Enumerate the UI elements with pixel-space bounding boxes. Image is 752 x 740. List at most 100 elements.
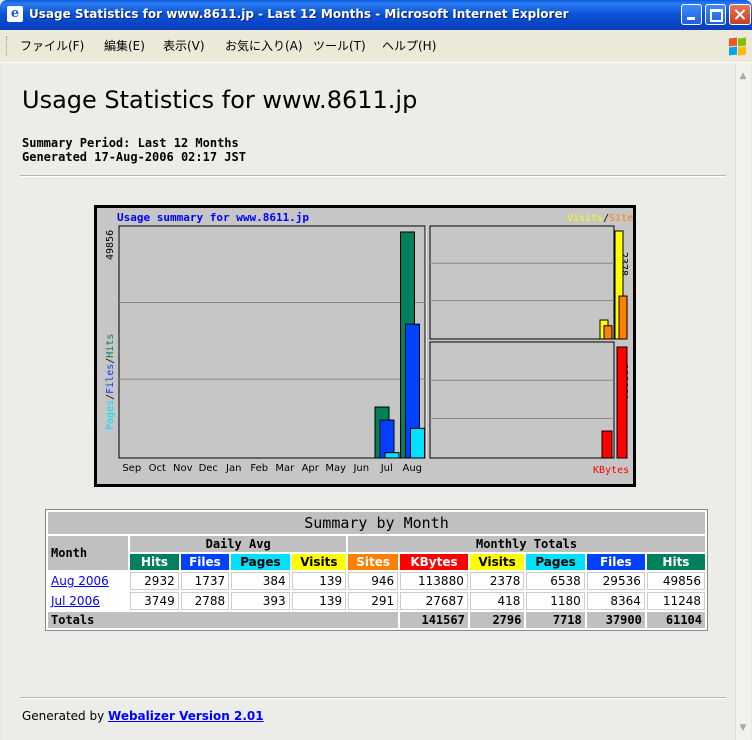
legend-part: Sites (609, 213, 633, 224)
col-total-sites: Sites (348, 554, 399, 570)
title-bar: e Usage Statistics for www.8611.jp - Las… (0, 0, 752, 30)
table-cell: 1737 (180, 572, 230, 590)
left-max-label: 49856 (105, 230, 116, 260)
table-cell: 3749 (130, 592, 179, 610)
x-tick-jul: Jul (380, 463, 393, 474)
minimize-button[interactable] (681, 4, 702, 25)
x-tick-apr: Apr (302, 463, 320, 474)
x-tick-feb: Feb (250, 463, 268, 474)
menu-edit[interactable]: 編集(E) (104, 38, 145, 54)
x-tick-dec: Dec (199, 463, 218, 474)
totals-label: Totals (48, 612, 399, 628)
table-cell: 8364 (586, 592, 645, 610)
menu-bar: ファイル(F) 編集(E) 表示(V) お気に入り(A) ツール(T) ヘルプ(… (0, 30, 752, 63)
page-content: Usage Statistics for www.8611.jp Summary… (2, 63, 735, 740)
table-cell: 2932 (130, 572, 179, 590)
table-cell: 2378 (469, 572, 525, 590)
table-cell: 2788 (180, 592, 230, 610)
kbytes-legend: KBytes (593, 465, 629, 476)
x-tick-aug: Aug (402, 463, 422, 474)
axis-label-part: Pages (105, 400, 116, 430)
col-daily-files: Files (180, 554, 230, 570)
table-cell: 139 (291, 592, 347, 610)
col-total-visits: Visits (469, 554, 525, 570)
summary-by-month-table: Summary by Month Month Daily Avg Monthly… (45, 509, 708, 631)
generated-date: Generated 17-Aug-2006 02:17 JST (22, 150, 246, 164)
total-pages: 7718 (526, 612, 585, 628)
divider (20, 175, 726, 177)
col-total-hits: Hits (646, 554, 705, 570)
menu-tools[interactable]: ツール(T) (313, 38, 366, 54)
table-cell: 113880 (400, 572, 468, 590)
menu-file[interactable]: ファイル(F) (20, 38, 84, 54)
month-link-aug-2006[interactable]: Aug 2006 (51, 574, 109, 588)
ie-page-icon[interactable]: e (7, 6, 23, 22)
monthly-totals-header: Monthly Totals (348, 536, 705, 552)
toolbar-grip[interactable] (6, 36, 10, 56)
x-tick-jun: Jun (352, 463, 369, 474)
table-cell: 418 (469, 592, 525, 610)
table-row: Aug 2006 2932 1737 384 139 946 113880 23… (48, 572, 705, 590)
x-tick-may: May (325, 463, 346, 474)
x-tick-nov: Nov (173, 463, 193, 474)
table-cell: 139 (291, 572, 347, 590)
table-cell: 384 (231, 572, 290, 590)
right-bottom-plot-area (429, 341, 615, 459)
table-cell: 1180 (526, 592, 585, 610)
chart-title: Usage summary for www.8611.jp (117, 211, 309, 224)
month-link-jul-2006[interactable]: Jul 2006 (51, 594, 100, 608)
table-cell: 49856 (646, 572, 705, 590)
x-tick-jan: Jan (225, 463, 241, 474)
right-top-plot-area (429, 225, 615, 340)
table-row: Jul 2006 3749 2788 393 139 291 27687 418… (48, 592, 705, 610)
menu-view[interactable]: 表示(V) (163, 38, 205, 54)
webalizer-link[interactable]: Webalizer Version 2.01 (108, 709, 264, 723)
page-title: Usage Statistics for www.8611.jp (22, 86, 418, 114)
daily-avg-header: Daily Avg (130, 536, 347, 552)
usage-summary-chart: Usage summary for www.8611.jp Pages/Files… (94, 205, 636, 487)
table-cell: 291 (348, 592, 399, 610)
left-axis-label: Pages/Files/Hits (105, 334, 116, 430)
col-total-kbytes: KBytes (400, 554, 468, 570)
legend-part: Visits (567, 213, 603, 224)
col-total-pages: Pages (526, 554, 585, 570)
axis-label-part: Files (105, 364, 116, 394)
x-tick-sep: Sep (122, 463, 141, 474)
month-cell: Jul 2006 (48, 592, 128, 610)
close-button[interactable] (729, 4, 751, 25)
total-kbytes: 141567 (400, 612, 468, 628)
summary-info: Summary Period: Last 12 Months Generated… (22, 136, 246, 164)
totals-row: Totals 141567 2796 7718 37900 61104 (48, 612, 705, 628)
vertical-scrollbar[interactable]: ▲ ▼ (735, 63, 751, 740)
total-visits: 2796 (469, 612, 525, 628)
total-hits: 61104 (646, 612, 705, 628)
usage-chart-svg: Usage summary for www.8611.jp Pages/Files… (105, 211, 633, 476)
summary-period: Summary Period: Last 12 Months (22, 136, 239, 150)
menu-help[interactable]: ヘルプ(H) (382, 38, 436, 54)
visits-sites-legend: Visits/Sites (567, 213, 633, 224)
summary-table-wrapper: Summary by Month Month Daily Avg Monthly… (45, 509, 708, 631)
table-cell: 946 (348, 572, 399, 590)
col-daily-hits: Hits (130, 554, 179, 570)
footer: Generated by Webalizer Version 2.01 (22, 708, 264, 724)
maximize-button[interactable] (705, 4, 726, 25)
scroll-up-icon[interactable]: ▲ (738, 71, 748, 81)
month-header: Month (48, 536, 129, 570)
bar-kbytes-jul (601, 430, 613, 459)
menu-favorites[interactable]: お気に入り(A) (225, 38, 303, 54)
bar-pages-jul (384, 452, 400, 459)
bar-kbytes-aug (616, 346, 628, 459)
bar-pages-aug (410, 427, 425, 459)
col-daily-visits: Visits (291, 554, 347, 570)
divider (20, 697, 726, 699)
table-cell: 393 (231, 592, 290, 610)
window-title: Usage Statistics for www.8611.jp - Last … (29, 7, 569, 21)
axis-label-part: Hits (105, 334, 116, 358)
col-total-files: Files (586, 554, 645, 570)
month-cell: Aug 2006 (48, 572, 128, 590)
table-caption: Summary by Month (48, 512, 705, 534)
bar-sites-jul (603, 325, 613, 340)
bar-sites-aug (618, 295, 628, 340)
table-cell: 27687 (400, 592, 468, 610)
scroll-down-icon[interactable]: ▼ (738, 723, 748, 733)
